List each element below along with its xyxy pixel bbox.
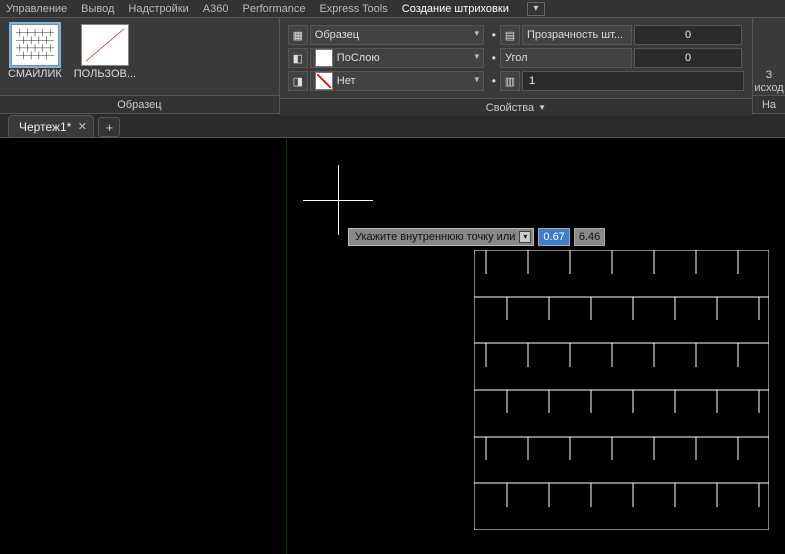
guide-line: [286, 138, 287, 554]
document-tab[interactable]: Чертеж1* ✕: [8, 115, 94, 137]
chevron-down-icon: ▼: [473, 29, 481, 38]
pattern-type-dropdown[interactable]: Образец ▼: [310, 25, 484, 45]
hatch-color-dropdown[interactable]: ПоСлою ▼: [310, 48, 484, 68]
tab-a360[interactable]: A360: [203, 3, 229, 15]
scale-value[interactable]: 1: [522, 71, 744, 91]
tab-manage[interactable]: Управление: [6, 3, 67, 15]
tab-output[interactable]: Вывод: [81, 3, 114, 15]
dropdown-value: ПоСлою: [337, 52, 380, 64]
command-prompt: Укажите внутреннюю точку или ▾ 0.67 6.46: [348, 228, 605, 246]
tab-hatch-creation[interactable]: Создание штриховки: [402, 3, 509, 15]
drawing-canvas[interactable]: Укажите внутреннюю точку или ▾ 0.67 6.46: [0, 138, 785, 554]
dropdown-value: Прозрачность шт...: [527, 29, 623, 41]
tab-performance[interactable]: Performance: [242, 3, 305, 15]
coord-y-input[interactable]: 6.46: [574, 228, 605, 246]
color-swatch-icon: [315, 49, 333, 67]
coord-x-input[interactable]: 0.67: [538, 228, 569, 246]
text-fragment: исход: [754, 82, 783, 95]
pattern-user-icon: [82, 25, 128, 65]
hatch-preview: [474, 250, 769, 530]
new-tab-button[interactable]: +: [98, 117, 120, 137]
pattern-label: СМАЙЛИК: [8, 68, 62, 80]
panel-title-properties[interactable]: Свойства ▼: [280, 98, 752, 116]
separator-icon: •: [492, 28, 496, 42]
color-picker-icon[interactable]: ◧: [288, 48, 308, 68]
bg-color-icon[interactable]: ◨: [288, 71, 308, 91]
panel-title-text: Свойства: [486, 99, 534, 117]
prompt-text: Укажите внутреннюю точку или: [355, 231, 515, 243]
panel-title-origin[interactable]: На: [753, 95, 785, 113]
tab-addins[interactable]: Надстройки: [128, 3, 188, 15]
scale-icon[interactable]: ▥: [500, 71, 520, 91]
chevron-down-icon: ▼: [473, 75, 481, 84]
chevron-down-icon: ▼: [538, 99, 546, 117]
transparency-icon[interactable]: ▤: [500, 25, 520, 45]
panel-title-text: Образец: [117, 96, 161, 114]
document-name: Чертеж1*: [19, 120, 71, 134]
dropdown-value: Нет: [337, 75, 356, 87]
tab-express[interactable]: Express Tools: [319, 3, 387, 15]
angle-label-box: Угол: [500, 48, 632, 68]
label-text: Угол: [505, 52, 528, 64]
pattern-label: ПОЛЬЗОВ...: [74, 68, 136, 80]
no-color-icon: [315, 72, 333, 90]
pattern-user[interactable]: ПОЛЬЗОВ...: [74, 24, 136, 80]
prompt-menu-icon[interactable]: ▾: [519, 231, 531, 243]
transparency-dropdown[interactable]: Прозрачность шт...: [522, 25, 632, 45]
separator-icon: •: [492, 74, 496, 88]
pattern-preview-icon: [12, 25, 58, 65]
angle-value[interactable]: 0: [634, 48, 742, 68]
panel-title-pattern[interactable]: Образец: [0, 95, 279, 113]
hatch-type-icon[interactable]: ▦: [288, 25, 308, 45]
ribbon-overflow-icon[interactable]: ▾: [527, 2, 545, 16]
hatch-bgcolor-dropdown[interactable]: Нет ▼: [310, 71, 484, 91]
dropdown-value: Образец: [315, 29, 359, 41]
chevron-down-icon: ▼: [473, 52, 481, 61]
separator-icon: •: [492, 51, 496, 65]
crosshair-cursor: [338, 200, 339, 201]
panel-title-text: На: [762, 96, 776, 114]
text-fragment: З: [754, 69, 783, 82]
pattern-smiley[interactable]: СМАЙЛИК: [8, 24, 62, 80]
prompt-text-box: Укажите внутреннюю точку или ▾: [348, 228, 534, 246]
origin-panel-truncated: З исход: [754, 69, 783, 95]
close-icon[interactable]: ✕: [75, 120, 89, 134]
transparency-value[interactable]: 0: [634, 25, 742, 45]
